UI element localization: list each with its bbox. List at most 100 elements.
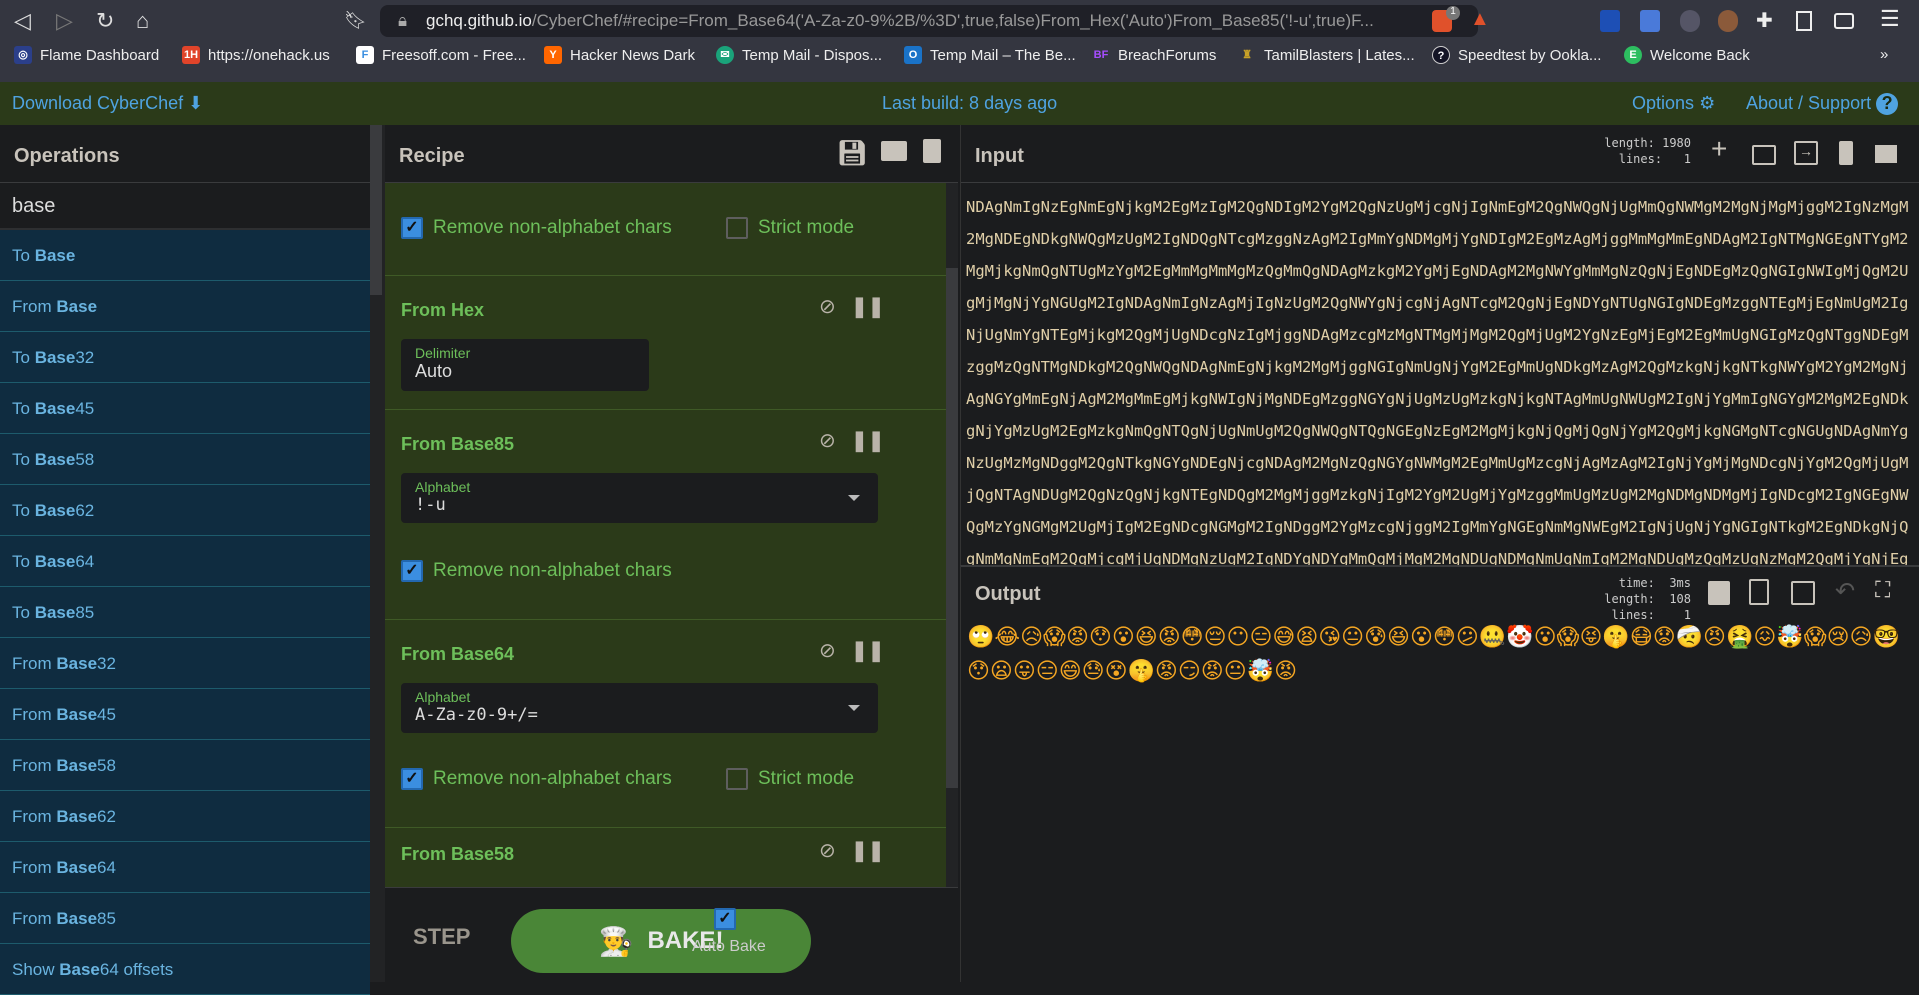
address-bar[interactable]: 🔒︎ gchq.github.io/CyberChef/#recipe=From… bbox=[380, 5, 1478, 37]
breakpoint-pause-icon[interactable]: ❚❚ bbox=[851, 294, 885, 319]
extension-spy-icon[interactable] bbox=[1680, 10, 1700, 32]
remove-nonalphabet-checkbox[interactable]: ✓ Remove non-alphabet chars bbox=[401, 768, 672, 790]
menu-icon[interactable]: ☰ bbox=[1880, 6, 1900, 32]
strict-mode-checkbox[interactable]: Strict mode bbox=[726, 768, 854, 790]
load-recipe-folder-icon[interactable] bbox=[881, 141, 907, 161]
operation-item[interactable]: From Base64 bbox=[0, 842, 370, 893]
bookmark-8[interactable]: ? Speedtest by Ookla... bbox=[1432, 46, 1601, 64]
open-folder-icon[interactable] bbox=[1752, 145, 1776, 165]
replace-input-with-output-icon[interactable] bbox=[1791, 581, 1815, 605]
operation-item[interactable]: From Base62 bbox=[0, 791, 370, 842]
operation-item[interactable]: From Base58 bbox=[0, 740, 370, 791]
operation-item[interactable]: From Base85 bbox=[0, 893, 370, 944]
breakpoint-pause-icon[interactable]: ❚❚ bbox=[851, 638, 885, 663]
add-tab-plus-icon[interactable]: + bbox=[1711, 133, 1727, 165]
recipe-scrollbar[interactable] bbox=[946, 183, 958, 887]
brave-badge: 1 bbox=[1446, 6, 1460, 20]
operation-label-bold: Base bbox=[34, 450, 76, 469]
disable-step-icon[interactable]: ⊘ bbox=[819, 294, 836, 319]
operation-label-bold: Base bbox=[34, 552, 76, 571]
google-translate-icon[interactable] bbox=[1640, 10, 1660, 32]
operation-item[interactable]: From Base32 bbox=[0, 638, 370, 689]
about-link[interactable]: About / Support ? bbox=[1746, 93, 1899, 115]
remove-nonalphabet-checkbox[interactable]: ✓ Remove non-alphabet chars bbox=[401, 217, 672, 239]
operation-label-post: 58 bbox=[97, 756, 116, 775]
clear-input-trash-icon[interactable] bbox=[1839, 141, 1853, 165]
cookie-icon[interactable] bbox=[1718, 10, 1738, 32]
operation-item[interactable]: To Base bbox=[0, 230, 370, 281]
bitwarden-icon[interactable] bbox=[1600, 10, 1620, 32]
download-link[interactable]: Download CyberChef ⬇ bbox=[12, 93, 203, 114]
checkbox-unchecked-icon bbox=[726, 217, 748, 239]
bookmark-1[interactable]: 1H https://onehack.us bbox=[182, 46, 330, 64]
reload-icon[interactable]: ↻ bbox=[96, 8, 114, 34]
bookmark-7[interactable]: ♜ TamilBlasters | Lates... bbox=[1238, 46, 1415, 64]
operation-item[interactable]: To Base32 bbox=[0, 332, 370, 383]
operation-item[interactable]: Show Base64 offsets bbox=[0, 944, 370, 995]
operation-item[interactable]: To Base62 bbox=[0, 485, 370, 536]
operation-item[interactable]: From Base45 bbox=[0, 689, 370, 740]
more-bookmarks-button[interactable]: » bbox=[1880, 46, 1888, 63]
operation-label-post: 85 bbox=[75, 603, 95, 622]
reset-layout-icon[interactable] bbox=[1875, 145, 1897, 163]
bookmark-label: Speedtest by Ookla... bbox=[1458, 46, 1602, 64]
step-button[interactable]: STEP bbox=[413, 924, 470, 950]
operation-item[interactable]: To Base85 bbox=[0, 587, 370, 638]
operation-item[interactable]: From Base bbox=[0, 281, 370, 332]
operations-scrollbar[interactable] bbox=[370, 125, 385, 982]
step-title: From Base64 bbox=[401, 644, 515, 664]
output-textarea[interactable]: 🙄😂😥😱😡😯😮😆😡😳😔😶😑😅😫😘😐😰😆😮😳😕🤐🤡😮😱😝🤫😷😟🤕😠🤮😖🤯😱😢😥🤓😯… bbox=[967, 621, 1912, 689]
field-value: !-u bbox=[415, 495, 446, 515]
back-icon[interactable]: ◁ bbox=[14, 8, 31, 34]
operation-item[interactable]: To Base58 bbox=[0, 434, 370, 485]
breakpoint-pause-icon[interactable]: ❚❚ bbox=[851, 838, 885, 863]
scrollbar-thumb[interactable] bbox=[370, 125, 382, 295]
sidebar-icon[interactable] bbox=[1796, 11, 1812, 31]
save-output-icon[interactable] bbox=[1708, 581, 1730, 605]
input-stats: length: 1980 lines: 1 bbox=[1571, 135, 1691, 167]
delimiter-field[interactable]: Delimiter Auto bbox=[401, 339, 649, 391]
operations-search-input[interactable]: base bbox=[0, 183, 370, 230]
brave-rewards-icon[interactable]: ▲ bbox=[1470, 8, 1490, 31]
clear-recipe-trash-icon[interactable] bbox=[923, 139, 941, 163]
bake-button[interactable]: 👨‍🍳 BAKE! bbox=[511, 909, 811, 973]
disable-step-icon[interactable]: ⊘ bbox=[819, 838, 836, 863]
operation-item[interactable]: To Base45 bbox=[0, 383, 370, 434]
options-link[interactable]: Options ⚙ bbox=[1632, 93, 1715, 114]
home-icon[interactable]: ⌂ bbox=[136, 8, 149, 34]
forward-icon[interactable]: ▷ bbox=[56, 8, 73, 34]
auto-bake-checkbox[interactable]: ✓ bbox=[714, 908, 736, 930]
step-title: From Base58 bbox=[401, 844, 515, 864]
bookmark-0[interactable]: ◎ Flame Dashboard bbox=[14, 46, 159, 64]
remove-nonalphabet-checkbox[interactable]: ✓ Remove non-alphabet chars bbox=[401, 560, 672, 582]
bookmark-2[interactable]: F Freesoff.com - Free... bbox=[356, 46, 526, 64]
alphabet-select[interactable]: Alphabet !-u bbox=[401, 473, 878, 523]
bookmark-9[interactable]: E Welcome Back bbox=[1624, 46, 1750, 64]
bookmark-5[interactable]: O Temp Mail – The Be... bbox=[904, 46, 1076, 64]
operation-label-pre: From bbox=[12, 858, 57, 877]
options-label: Options bbox=[1632, 93, 1695, 113]
disable-step-icon[interactable]: ⊘ bbox=[819, 638, 836, 663]
undo-icon[interactable]: ↶ bbox=[1835, 577, 1855, 606]
operation-item[interactable]: To Base64 bbox=[0, 536, 370, 587]
copy-output-icon[interactable] bbox=[1749, 579, 1769, 605]
breakpoint-pause-icon[interactable]: ❚❚ bbox=[851, 428, 885, 453]
bookmark-3[interactable]: Y Hacker News Dark bbox=[544, 46, 695, 64]
bookmark-4[interactable]: ✉ Temp Mail - Dispos... bbox=[716, 46, 882, 64]
extensions-puzzle-icon[interactable]: ✚ bbox=[1756, 8, 1773, 33]
bookmark-label: Flame Dashboard bbox=[40, 46, 160, 64]
url-path: /CyberChef/#recipe=From_Base64('A-Za-z0-… bbox=[531, 11, 1374, 30]
save-recipe-icon[interactable]: 💾︎ bbox=[837, 139, 867, 168]
download-icon: ⬇ bbox=[188, 93, 204, 113]
bookmark-6[interactable]: BF BreachForums bbox=[1092, 46, 1217, 64]
open-file-icon[interactable]: → bbox=[1794, 141, 1818, 165]
input-textarea[interactable]: NDAgNmIgNzEgNmEgNjkgM2EgMzIgM2QgNDIgM2Yg… bbox=[966, 191, 1911, 565]
scrollbar-thumb[interactable] bbox=[946, 268, 958, 788]
strict-mode-checkbox[interactable]: Strict mode bbox=[726, 217, 854, 239]
alphabet-select[interactable]: Alphabet A-Za-z0-9+/= bbox=[401, 683, 878, 733]
maximise-icon[interactable]: ⛶ bbox=[1875, 577, 1890, 603]
output-lines: 1 bbox=[1683, 608, 1691, 622]
wallet-icon[interactable] bbox=[1834, 13, 1854, 29]
bookmark-icon[interactable]: 🔖︎ bbox=[344, 10, 367, 31]
disable-step-icon[interactable]: ⊘ bbox=[819, 428, 836, 453]
